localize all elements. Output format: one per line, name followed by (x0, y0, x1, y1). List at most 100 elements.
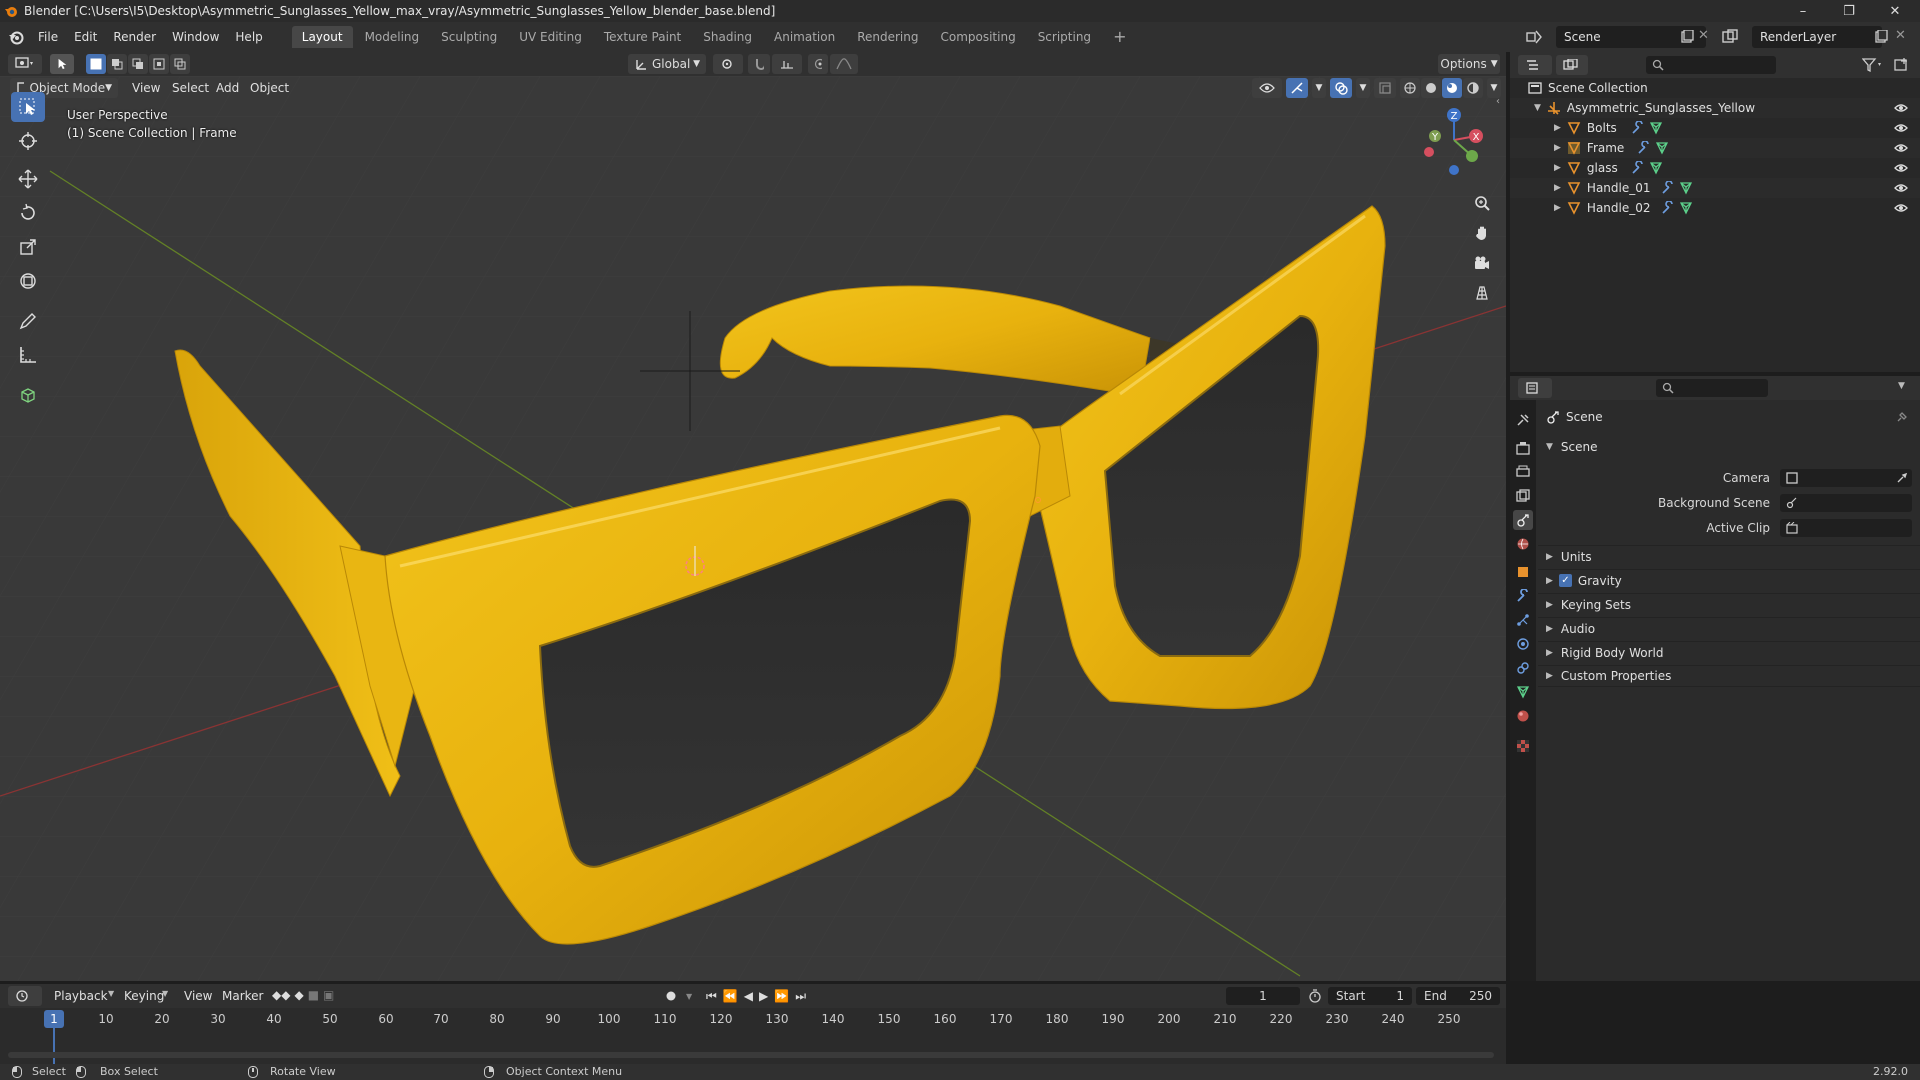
properties-search-input[interactable] (1656, 379, 1768, 397)
gizmo-toggle[interactable] (1286, 78, 1308, 98)
editor-type-button[interactable] (8, 54, 42, 74)
tab-modeling[interactable]: Modeling (355, 26, 430, 48)
mesh-data-icon[interactable] (1649, 161, 1663, 175)
add-cube-tool[interactable] (11, 380, 45, 410)
3d-viewport[interactable]: Object Mode ▼ View Select Add Object ▼ ▼… (0, 76, 1506, 981)
jump-to-start-icon[interactable]: ⏮ (706, 989, 717, 1004)
tab-rendering[interactable]: Rendering (847, 26, 928, 48)
maximize-button[interactable]: ❐ (1826, 0, 1872, 22)
background-scene-field[interactable] (1780, 494, 1912, 512)
snap-toggle[interactable] (748, 54, 770, 74)
menu-window[interactable]: Window (164, 22, 227, 52)
properties-editor-type-button[interactable] (1518, 378, 1552, 398)
tab-scene[interactable] (1513, 510, 1533, 530)
start-frame-field[interactable]: Start 1 (1328, 987, 1412, 1005)
chevron-down-icon[interactable]: ▼ (1534, 103, 1541, 113)
modifier-wrench-icon[interactable] (1637, 141, 1651, 155)
camera-view-button[interactable] (1469, 250, 1495, 276)
tab-object[interactable] (1513, 562, 1533, 582)
chevron-right-icon[interactable]: ▶ (1554, 163, 1561, 173)
timeline-editor-type-button[interactable] (8, 986, 42, 1006)
tab-world[interactable] (1513, 534, 1533, 554)
camera-field[interactable] (1780, 469, 1912, 487)
solid-shading-icon[interactable] (1421, 78, 1441, 98)
chevron-right-icon[interactable]: ▶ (1554, 203, 1561, 213)
add-workspace-icon[interactable]: + (1103, 26, 1136, 48)
eye-visibility-icon[interactable] (1894, 181, 1908, 195)
display-mode-dropdown[interactable] (1556, 55, 1588, 75)
blender-menu-icon[interactable] (8, 29, 24, 45)
tab-view-layer[interactable] (1513, 486, 1533, 506)
tab-modifiers[interactable] (1513, 586, 1533, 606)
proportional-falloff-dropdown[interactable] (830, 54, 858, 74)
eye-visibility-icon[interactable] (1894, 161, 1908, 175)
tab-texture[interactable] (1513, 736, 1533, 756)
zoom-view-button[interactable] (1469, 190, 1495, 216)
transform-tool[interactable] (11, 266, 45, 296)
chevron-right-icon[interactable]: ▶ (1554, 143, 1561, 153)
outliner-collection-row[interactable]: ▼ Asymmetric_Sunglasses_Yellow (1510, 98, 1920, 118)
new-view-layer-icon[interactable] (1874, 30, 1888, 44)
outliner-editor-type-button[interactable] (1518, 55, 1552, 75)
jump-to-end-icon[interactable]: ⏭ (795, 989, 806, 1004)
transform-orientation-dropdown[interactable]: Global ▼ (628, 54, 706, 74)
tab-animation[interactable]: Animation (764, 26, 845, 48)
insert-keyframe-icon[interactable]: ◆◆ (272, 988, 290, 1002)
options-dropdown[interactable]: Options ▼ (1438, 54, 1500, 74)
select-subtract-icon[interactable] (128, 54, 148, 74)
pivot-point-dropdown[interactable] (713, 54, 743, 74)
jump-to-next-keyframe-icon[interactable]: ⏩ (774, 989, 789, 1003)
play-reverse-icon[interactable]: ◀ (744, 989, 753, 1003)
outliner-search-input[interactable] (1646, 56, 1776, 74)
snap-target-dropdown[interactable] (772, 54, 802, 74)
play-icon[interactable]: ▶ (759, 989, 768, 1003)
tab-physics[interactable] (1513, 634, 1533, 654)
audio-panel-header[interactable]: ▶ Audio (1538, 617, 1920, 639)
tab-object-data[interactable] (1513, 682, 1533, 702)
rendered-shading-icon[interactable] (1463, 78, 1483, 98)
overlays-dropdown-chevron[interactable]: ▼ (1356, 78, 1370, 98)
active-clip-field[interactable] (1780, 519, 1912, 537)
tab-shading[interactable]: Shading (693, 26, 762, 48)
remove-scene-icon[interactable]: ✕ (1698, 28, 1709, 43)
viewport-menu-view[interactable]: View (124, 76, 168, 103)
select-extend-icon[interactable] (107, 54, 127, 74)
cursor-tool[interactable] (11, 126, 45, 156)
tab-uv-editing[interactable]: UV Editing (509, 26, 592, 48)
eyedropper-icon[interactable] (1896, 472, 1908, 484)
tab-compositing[interactable]: Compositing (930, 26, 1025, 48)
tab-layout[interactable]: Layout (291, 26, 353, 48)
mesh-data-icon[interactable] (1655, 141, 1669, 155)
chevron-right-icon[interactable]: ▶ (1554, 123, 1561, 133)
outliner-object-row[interactable]: ▶ Bolts (1510, 118, 1920, 138)
outliner-object-row[interactable]: ▶ glass (1510, 158, 1920, 178)
custom-properties-panel-header[interactable]: ▶ Custom Properties (1538, 665, 1920, 687)
view-layer-field[interactable]: RenderLayer (1752, 26, 1882, 48)
view-layer-icon[interactable] (1722, 29, 1738, 45)
menu-file[interactable]: File (30, 22, 66, 52)
tab-material[interactable] (1513, 706, 1533, 726)
modifier-wrench-icon[interactable] (1661, 181, 1675, 195)
eye-visibility-icon[interactable] (1894, 201, 1908, 215)
stopwatch-icon[interactable] (1308, 989, 1322, 1003)
new-scene-icon[interactable] (1680, 30, 1694, 44)
select-intersect-icon[interactable] (170, 54, 190, 74)
toggle-ortho-button[interactable] (1469, 280, 1495, 306)
outliner-scene-collection-row[interactable]: Scene Collection (1510, 78, 1920, 98)
timeline-scrollbar[interactable] (8, 1052, 1494, 1058)
record-icon[interactable] (662, 987, 680, 1005)
tab-particles[interactable] (1513, 610, 1533, 630)
chevron-right-icon[interactable]: ▶ (1554, 183, 1561, 193)
timeline-menu-marker[interactable]: Marker (214, 981, 271, 1011)
eye-visibility-icon[interactable] (1894, 101, 1908, 115)
timeline-menu-playback[interactable]: Playback (46, 981, 116, 1011)
remove-view-layer-icon[interactable]: ✕ (1895, 28, 1906, 43)
menu-render[interactable]: Render (105, 22, 164, 52)
gravity-checkbox[interactable]: ✓ (1558, 574, 1572, 587)
gizmo-dropdown-chevron[interactable]: ▼ (1312, 78, 1326, 98)
proportional-editing-toggle[interactable] (808, 54, 828, 74)
new-collection-button[interactable] (1894, 58, 1910, 75)
menu-help[interactable]: Help (227, 22, 270, 52)
tab-tool[interactable] (1513, 410, 1533, 430)
select-box-tool[interactable] (11, 92, 45, 122)
